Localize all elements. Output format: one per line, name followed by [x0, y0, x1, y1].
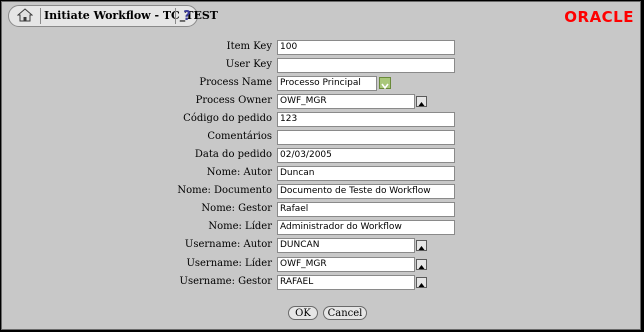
field-row-process-name: Process Name Processo Principal — [2, 76, 642, 91]
help-icon: ? — [183, 8, 191, 24]
lov-icon — [418, 236, 425, 255]
process-name-select[interactable]: Processo Principal — [277, 76, 377, 91]
comentarios-label: Comentários — [207, 131, 272, 142]
codigo-pedido-input[interactable]: 123 — [277, 112, 455, 127]
nome-lider-input[interactable]: Administrador do Workflow — [277, 220, 455, 235]
nome-documento-input[interactable]: Documento de Teste do Workflow — [277, 184, 455, 199]
chevron-down-icon — [381, 74, 389, 93]
process-owner-label: Process Owner — [195, 95, 272, 106]
lov-icon — [418, 255, 425, 274]
nome-autor-label: Nome: Autor — [206, 167, 272, 178]
item-key-input[interactable]: 100 — [277, 40, 455, 55]
field-row-nome-gestor: Nome: Gestor Rafael — [2, 202, 642, 217]
cancel-button[interactable]: Cancel — [323, 306, 367, 320]
field-row-process-owner: Process Owner OWF_MGR — [2, 94, 642, 109]
codigo-pedido-label: Código do pedido — [183, 113, 272, 124]
username-lider-lov-button[interactable] — [416, 259, 427, 270]
username-gestor-input[interactable]: RAFAEL — [277, 275, 415, 290]
lov-icon — [418, 273, 425, 292]
item-key-label: Item Key — [226, 41, 272, 52]
data-pedido-input[interactable]: 02/03/2005 — [277, 148, 455, 163]
username-lider-input[interactable]: OWF_MGR — [277, 257, 415, 272]
title-separator — [40, 8, 41, 24]
lov-icon — [418, 92, 425, 111]
process-owner-input[interactable]: OWF_MGR — [277, 94, 415, 109]
workflow-window: Initiate Workflow - TC_TEST ? ORACLE Ite… — [1, 1, 641, 330]
username-autor-input[interactable]: DUNCAN — [277, 238, 415, 253]
field-row-username-lider: Username: Líder OWF_MGR — [2, 257, 642, 272]
username-autor-label: Username: Autor — [184, 239, 272, 250]
nome-gestor-label: Nome: Gestor — [201, 203, 272, 214]
username-gestor-label: Username: Gestor — [179, 276, 272, 287]
field-row-nome-documento: Nome: Documento Documento de Teste do Wo… — [2, 184, 642, 199]
username-gestor-lov-button[interactable] — [416, 277, 427, 288]
username-autor-lov-button[interactable] — [416, 240, 427, 251]
process-name-label: Process Name — [199, 77, 272, 88]
field-row-username-autor: Username: Autor DUNCAN — [2, 238, 642, 253]
field-row-comentarios: Comentários — [2, 130, 642, 145]
oracle-logo: ORACLE — [564, 8, 634, 26]
nome-lider-label: Nome: Líder — [208, 221, 272, 232]
help-button[interactable]: ? — [179, 8, 195, 24]
field-row-data-pedido: Data do pedido 02/03/2005 — [2, 148, 642, 163]
comentarios-input[interactable] — [277, 130, 455, 145]
user-key-input[interactable] — [277, 58, 455, 73]
process-owner-lov-button[interactable] — [416, 96, 427, 107]
nome-documento-label: Nome: Documento — [177, 185, 272, 196]
field-row-user-key: User Key — [2, 58, 642, 73]
username-lider-label: Username: Líder — [186, 258, 272, 269]
field-row-nome-autor: Nome: Autor Duncan — [2, 166, 642, 181]
nome-autor-input[interactable]: Duncan — [277, 166, 455, 181]
field-row-username-gestor: Username: Gestor RAFAEL — [2, 275, 642, 290]
field-row-codigo-pedido: Código do pedido 123 — [2, 112, 642, 127]
process-name-dropdown-button[interactable] — [379, 77, 391, 89]
user-key-label: User Key — [225, 59, 272, 70]
help-separator — [175, 8, 176, 24]
ok-button[interactable]: OK — [288, 306, 318, 320]
nome-gestor-input[interactable]: Rafael — [277, 202, 455, 217]
field-row-nome-lider: Nome: Líder Administrador do Workflow — [2, 220, 642, 235]
title-bar: Initiate Workflow - TC_TEST ? — [8, 5, 218, 27]
data-pedido-label: Data do pedido — [194, 149, 272, 160]
home-button[interactable] — [13, 7, 37, 26]
field-row-item-key: Item Key 100 — [2, 40, 642, 55]
home-icon — [16, 7, 34, 26]
